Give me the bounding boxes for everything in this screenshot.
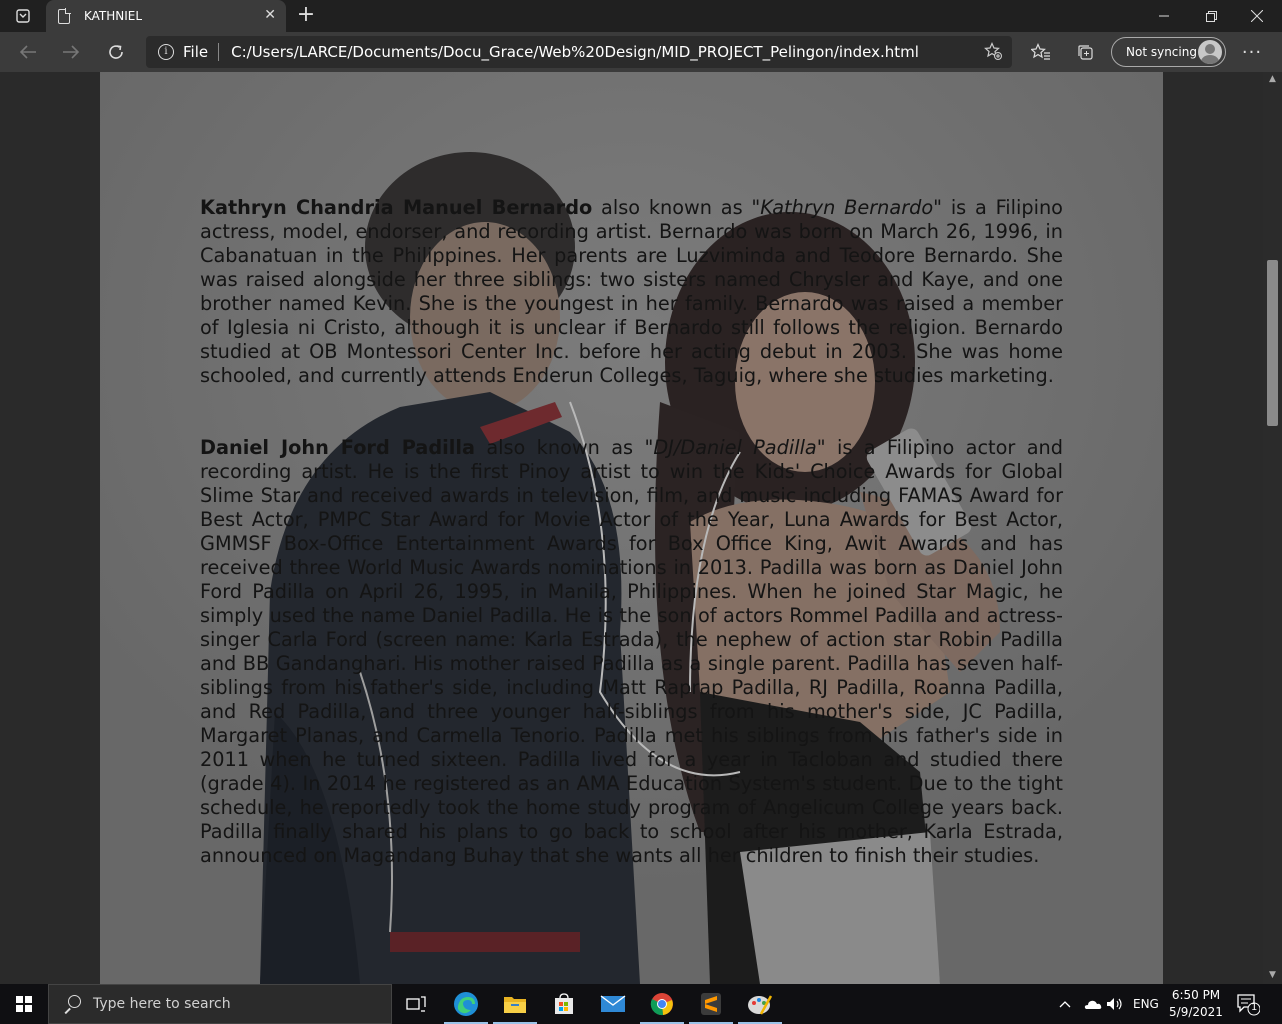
browser-toolbar: i File C:/Users/LARCE/Documents/Docu_Gra… [0, 32, 1282, 72]
task-view-icon[interactable] [392, 984, 440, 1024]
url-text[interactable]: C:/Users/LARCE/Documents/Docu_Grace/Web%… [231, 43, 919, 61]
bio-kathryn: Kathryn Chandria Manuel Bernardo also kn… [200, 196, 1063, 388]
collections-icon[interactable] [1071, 38, 1099, 66]
refresh-button[interactable] [102, 38, 130, 66]
scroll-up-arrow-icon[interactable]: ▲ [1263, 74, 1282, 86]
sublime-text-icon[interactable] [687, 984, 735, 1024]
bio-daniel-text: is a Filipino actor and recording artist… [200, 436, 1063, 867]
address-separator [218, 43, 220, 61]
onedrive-icon[interactable] [1082, 984, 1102, 1024]
search-icon [63, 995, 81, 1013]
sync-label: Not syncing [1126, 45, 1197, 59]
bio-daniel-aka-prefix: also known as [474, 436, 645, 459]
volume-icon[interactable] [1106, 984, 1124, 1024]
page-container: Kathryn Chandria Manuel Bernardo also kn… [100, 72, 1163, 984]
scroll-down-arrow-icon[interactable]: ▼ [1263, 970, 1282, 982]
bio-kathryn-aka-prefix: also known as [592, 196, 752, 219]
tab-strip: KATHNIEL ✕ + [0, 0, 1282, 32]
store-icon[interactable] [540, 984, 588, 1024]
back-button[interactable] [14, 38, 42, 66]
avatar [1198, 40, 1222, 64]
show-hidden-icons[interactable] [1058, 984, 1072, 1024]
tab-title: KATHNIEL [84, 9, 143, 23]
bio-kathryn-text: is a Filipino actress, model, endorser, … [200, 196, 1063, 387]
bio-daniel-aka: "DJ/Daniel Padilla" [644, 436, 826, 459]
start-button[interactable] [0, 984, 48, 1024]
forward-button[interactable] [57, 38, 85, 66]
vertical-scrollbar[interactable]: ▲ ▼ [1263, 72, 1282, 984]
paint-icon[interactable] [736, 984, 784, 1024]
windows-logo-icon [16, 996, 32, 1012]
bio-kathryn-name: Kathryn Chandria Manuel Bernardo [200, 196, 593, 219]
edge-icon[interactable] [442, 984, 490, 1024]
bio-content: Kathryn Chandria Manuel Bernardo also kn… [200, 196, 1063, 916]
chrome-icon[interactable] [638, 984, 686, 1024]
more-menu-icon[interactable]: ··· [1238, 38, 1266, 66]
scroll-thumb[interactable] [1267, 260, 1278, 426]
notification-center-icon[interactable]: 1 [1236, 992, 1261, 1016]
page-viewport: Kathryn Chandria Manuel Bernardo also kn… [0, 72, 1282, 984]
bio-kathryn-aka: "Kathryn Bernardo" [751, 196, 943, 219]
minimize-button[interactable] [1141, 0, 1187, 32]
add-favorite-icon[interactable] [984, 42, 1002, 65]
restore-button[interactable] [1188, 0, 1234, 32]
favorites-icon[interactable] [1027, 38, 1055, 66]
sync-button[interactable]: Not syncing [1111, 37, 1226, 67]
language-indicator[interactable]: ENG [1133, 984, 1159, 1024]
taskbar: Type here to search ENG 6:50 PM 5/9/2021… [0, 984, 1282, 1024]
new-tab-button[interactable]: + [294, 4, 318, 28]
info-icon[interactable]: i [158, 44, 174, 60]
bio-daniel-name: Daniel John Ford Padilla [200, 436, 475, 459]
tab-actions-icon[interactable] [10, 6, 36, 26]
file-label: File [183, 43, 209, 61]
mail-icon[interactable] [589, 984, 637, 1024]
notification-count: 1 [1251, 1002, 1258, 1013]
bio-daniel: Daniel John Ford Padilla also known as "… [200, 436, 1063, 868]
close-tab-icon[interactable]: ✕ [264, 7, 276, 23]
clock-time: 6:50 PM [1171, 988, 1221, 1002]
tab-kathniel[interactable]: KATHNIEL ✕ [46, 0, 286, 32]
taskbar-search[interactable]: Type here to search [48, 984, 392, 1024]
clock-date: 5/9/2021 [1169, 1005, 1223, 1019]
file-explorer-icon[interactable] [491, 984, 539, 1024]
clock[interactable]: 6:50 PM 5/9/2021 [1166, 987, 1226, 1021]
page-icon [58, 7, 71, 24]
search-placeholder: Type here to search [93, 996, 231, 1012]
address-bar[interactable]: i File C:/Users/LARCE/Documents/Docu_Gra… [146, 36, 1012, 68]
close-window-button[interactable] [1234, 0, 1280, 32]
